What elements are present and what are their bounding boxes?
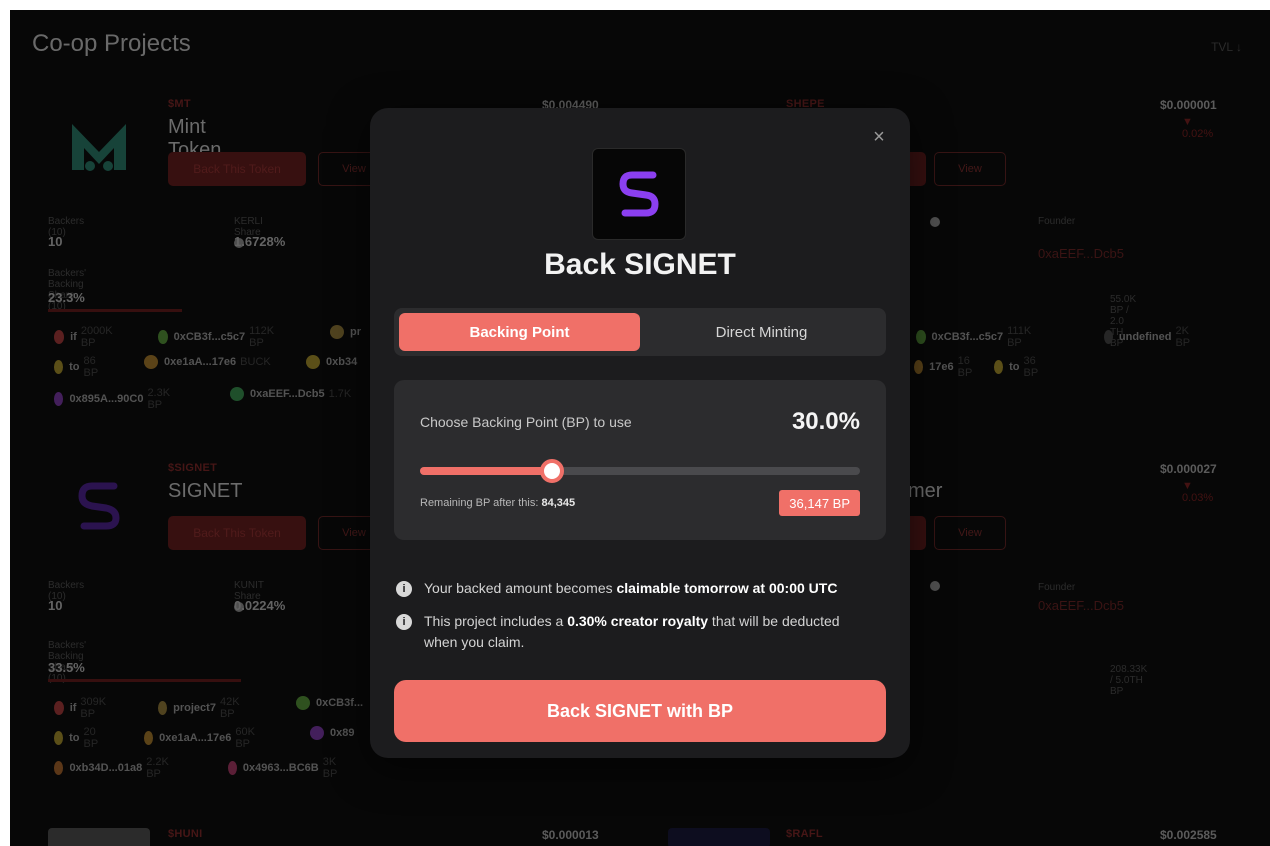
remaining-bp: Remaining BP after this: 84,345: [420, 497, 576, 509]
info-icon: i: [396, 581, 412, 597]
token-logo: [592, 148, 686, 240]
remaining-bp-value: 84,345: [541, 497, 576, 509]
info-text: Your backed amount becomes claimable tom…: [424, 580, 838, 596]
slider-label: Choose Backing Point (BP) to use: [420, 414, 632, 430]
close-icon[interactable]: ×: [870, 127, 888, 147]
app-screen: Co-op Projects TVL ↓ $MT Mint Token $0.0…: [10, 10, 1270, 846]
bp-slider-handle[interactable]: [540, 459, 564, 483]
bp-amount-badge: 36,147 BP: [779, 490, 860, 516]
bp-slider-track[interactable]: [420, 459, 860, 483]
bp-slider-fill: [420, 467, 552, 475]
info-claimable: i Your backed amount becomes claimable t…: [396, 578, 886, 599]
info-text: This project includes a 0.30% creator ro…: [424, 613, 840, 650]
signet-logo-icon: [619, 171, 659, 217]
info-icon: i: [396, 614, 412, 630]
backing-method-tabs: Backing Point Direct Minting: [394, 308, 886, 356]
info-royalty: i This project includes a 0.30% creator …: [396, 611, 866, 653]
tab-backing-point[interactable]: Backing Point: [399, 313, 640, 351]
back-token-modal: × Back SIGNET Backing Point Direct Minti…: [370, 108, 910, 758]
bp-slider-panel: Choose Backing Point (BP) to use 30.0% R…: [394, 380, 886, 540]
back-with-bp-button[interactable]: Back SIGNET with BP: [394, 680, 886, 742]
tab-direct-minting[interactable]: Direct Minting: [642, 313, 881, 351]
slider-percent: 30.0%: [791, 408, 860, 435]
modal-title: Back SIGNET: [544, 248, 736, 281]
